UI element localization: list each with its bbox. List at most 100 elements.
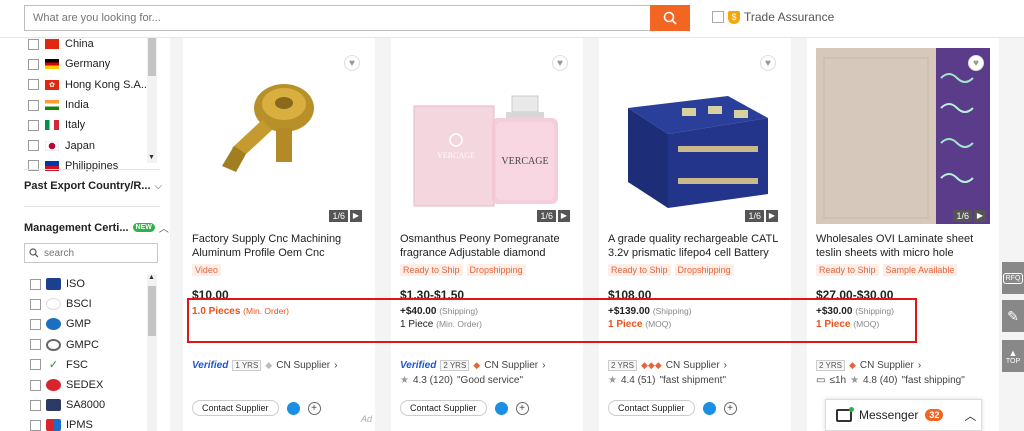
image-count-text: 1/6 — [953, 210, 972, 222]
management-section-toggle[interactable]: Management Certi... NEW ︿ — [24, 220, 169, 236]
feedback-button[interactable]: ✎ — [1002, 300, 1024, 332]
play-icon[interactable]: ▶ — [558, 210, 570, 222]
product-image[interactable]: VERCAGE VERCAGE ♥ 1/6 ▶ — [400, 48, 574, 224]
product-image[interactable]: ♥ 1/6 ▶ — [192, 48, 366, 224]
product-card[interactable]: VERCAGE VERCAGE ♥ 1/6 ▶ Osmanthus Peony … — [391, 38, 583, 431]
supplier-info[interactable]: Verified 1 YRS ◆ CN Supplier › — [192, 360, 337, 371]
favorite-heart-icon[interactable]: ♥ — [344, 55, 360, 71]
gmpc-logo-icon — [46, 338, 61, 351]
top-bar: $ Trade Assurance — [0, 0, 1024, 38]
favorite-heart-icon[interactable]: ♥ — [760, 55, 776, 71]
supplier-info[interactable]: Verified 2 YRS ◆ CN Supplier › — [400, 360, 545, 371]
country-item-germany[interactable]: Germany — [28, 54, 148, 74]
chat-icon[interactable] — [286, 401, 300, 415]
checkbox[interactable] — [30, 379, 41, 391]
supplier-label: CN Supplier — [484, 360, 539, 371]
country-label: Germany — [65, 58, 111, 71]
cert-label: BSCI — [66, 298, 92, 311]
back-to-top-button[interactable]: ▲ TOP — [1002, 340, 1024, 372]
add-compare-icon[interactable]: + — [723, 401, 737, 415]
checkbox[interactable] — [30, 399, 41, 411]
country-item-italy[interactable]: Italy — [28, 115, 148, 135]
cert-item-ipms[interactable]: IPMS — [30, 415, 145, 431]
scroll-down-icon[interactable]: ▼ — [148, 154, 155, 161]
country-item-india[interactable]: India — [28, 95, 148, 115]
cert-item-fsc[interactable]: ✓ FSC — [30, 355, 145, 375]
play-icon[interactable]: ▶ — [766, 210, 778, 222]
divider — [24, 169, 160, 170]
cert-scrollbar[interactable]: ▲ — [147, 274, 157, 431]
supplier-label: CN Supplier — [665, 360, 720, 371]
search-input[interactable] — [25, 6, 635, 30]
checkbox[interactable] — [30, 298, 41, 310]
chat-icon[interactable] — [494, 401, 508, 415]
supplier-info[interactable]: 2 YRS ◆ CN Supplier › — [816, 360, 921, 371]
cert-item-gmp[interactable]: GMP — [30, 314, 145, 334]
country-item-china[interactable]: China — [28, 34, 148, 54]
checkbox[interactable] — [28, 79, 39, 91]
checkbox[interactable] — [30, 419, 41, 431]
chevron-down-icon: ⌵ — [154, 180, 163, 192]
product-card[interactable]: ♥ 1/6 ▶ Wholesales OVI Laminate sheet te… — [807, 38, 999, 431]
cert-item-sedex[interactable]: SEDEX — [30, 375, 145, 395]
chevron-up-icon[interactable]: ︿ — [964, 407, 976, 424]
product-image[interactable]: ♥ 1/6 ▶ — [608, 48, 782, 224]
image-count-text: 1/6 — [745, 210, 764, 222]
add-compare-icon[interactable]: + — [515, 401, 529, 415]
add-compare-icon[interactable]: + — [307, 401, 321, 415]
trade-assurance-checkbox[interactable] — [712, 11, 724, 23]
country-item-philippines[interactable]: Philippines — [28, 156, 148, 176]
diamond-icon: ◆◆◆ — [640, 360, 662, 370]
favorite-heart-icon[interactable]: ♥ — [968, 55, 984, 71]
play-icon[interactable]: ▶ — [350, 210, 362, 222]
checkbox[interactable] — [30, 278, 41, 290]
cert-item-bsci[interactable]: BSCI — [30, 294, 145, 314]
checkbox[interactable] — [28, 119, 39, 131]
years-badge: 2 YRS — [440, 360, 470, 371]
product-card[interactable]: ♥ 1/6 ▶ A grade quality rechargeable CAT… — [599, 38, 791, 431]
product-image[interactable]: ♥ 1/6 ▶ — [816, 48, 990, 224]
scroll-up-icon[interactable]: ▲ — [148, 274, 155, 281]
product-title[interactable]: Wholesales OVI Laminate sheet teslin she… — [816, 232, 992, 260]
contact-supplier-button[interactable]: Contact Supplier — [192, 400, 279, 416]
checkbox[interactable] — [28, 140, 39, 152]
supplier-info[interactable]: 2 YRS ◆◆◆ CN Supplier › — [608, 360, 727, 371]
past-export-section-toggle[interactable]: Past Export Country/R... ⌵ — [24, 180, 162, 192]
country-item-hongkong[interactable]: ✿ Hong Kong S.A... — [28, 75, 150, 95]
scrollbar-thumb[interactable] — [148, 286, 156, 336]
cert-label: GMPC — [66, 338, 99, 351]
cert-item-iso[interactable]: ISO — [30, 274, 145, 294]
product-title[interactable]: Osmanthus Peony Pomegranate fragrance Ad… — [400, 232, 576, 260]
chat-icon[interactable] — [702, 401, 716, 415]
search-button[interactable] — [650, 5, 690, 31]
trade-assurance-filter[interactable]: $ Trade Assurance — [712, 10, 834, 24]
country-scrollbar[interactable]: ▼ — [147, 38, 157, 163]
contact-supplier-button[interactable]: Contact Supplier — [400, 400, 487, 416]
product-title[interactable]: Factory Supply Cnc Machining Aluminum Pr… — [192, 232, 368, 260]
flag-italy-icon — [45, 120, 59, 131]
checkbox[interactable] — [28, 99, 39, 111]
checkbox[interactable] — [30, 359, 41, 371]
checkbox[interactable] — [28, 38, 39, 50]
play-icon[interactable]: ▶ — [974, 210, 986, 222]
contact-supplier-button[interactable]: Contact Supplier — [608, 400, 695, 416]
product-card[interactable]: ♥ 1/6 ▶ Factory Supply Cnc Machining Alu… — [183, 38, 375, 431]
scrollbar-thumb[interactable] — [148, 38, 156, 76]
rating-info: ★ 4.4 (51) "fast shipment" — [608, 375, 726, 386]
product-title[interactable]: A grade quality rechargeable CATL 3.2v p… — [608, 232, 784, 260]
cert-item-sa8000[interactable]: SA8000 — [30, 395, 145, 415]
country-label: India — [65, 99, 89, 112]
star-icon: ★ — [608, 375, 617, 386]
cert-search-input[interactable] — [44, 247, 144, 259]
checkbox[interactable] — [30, 339, 41, 351]
rfq-button[interactable]: RFQ — [1002, 262, 1024, 294]
cert-item-gmpc[interactable]: GMPC — [30, 335, 145, 355]
country-item-japan[interactable]: Japan — [28, 135, 148, 155]
favorite-heart-icon[interactable]: ♥ — [552, 55, 568, 71]
checkbox[interactable] — [30, 318, 41, 330]
messenger-bar[interactable]: Messenger 32 ︿ — [825, 399, 982, 431]
supplier-label: CN Supplier — [859, 360, 914, 371]
rfq-icon: RFQ — [1002, 272, 1024, 284]
checkbox[interactable] — [28, 58, 39, 70]
image-counter: 1/6 ▶ — [745, 210, 778, 222]
